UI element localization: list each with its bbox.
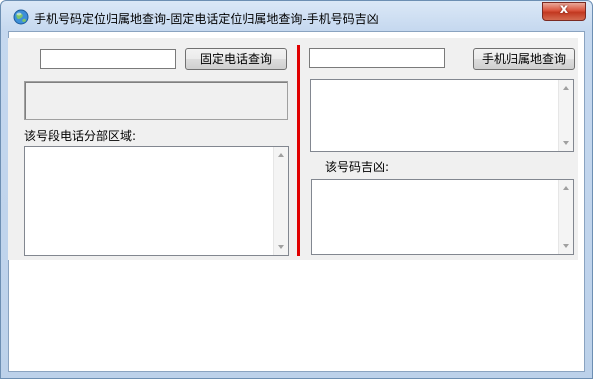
scroll-down-arrow-icon[interactable] [278,245,284,249]
landline-number-input[interactable] [40,49,176,69]
scroll-down-arrow-icon[interactable] [563,141,569,145]
distribution-label: 该号段电话分部区域: [24,129,137,143]
close-button[interactable]: x [542,2,586,21]
red-divider [297,45,300,256]
distribution-textarea[interactable] [24,146,289,256]
landline-query-button[interactable]: 固定电话查询 [185,48,287,70]
fortune-scrollbar[interactable] [558,180,573,254]
mobile-number-input[interactable] [309,48,445,68]
distribution-scrollbar[interactable] [273,147,288,255]
globe-icon [13,9,29,25]
mobile-result-scrollbar[interactable] [558,80,573,151]
mobile-result-textarea[interactable] [310,79,574,152]
fortune-textarea[interactable] [311,179,574,255]
mobile-location-query-button[interactable]: 手机归属地查询 [473,48,575,70]
landline-result-box [24,81,288,120]
close-icon: x [559,2,569,17]
scroll-up-arrow-icon[interactable] [563,186,569,190]
scroll-down-arrow-icon[interactable] [563,244,569,248]
title-bar[interactable]: 手机号码定位归属地查询-固定电话定位归属地查询-手机号码吉凶 x [1,1,592,31]
scroll-up-arrow-icon[interactable] [563,86,569,90]
fortune-label: 该号码吉凶: [325,160,390,174]
window-title: 手机号码定位归属地查询-固定电话定位归属地查询-手机号码吉凶 [34,12,379,26]
scroll-up-arrow-icon[interactable] [278,153,284,157]
